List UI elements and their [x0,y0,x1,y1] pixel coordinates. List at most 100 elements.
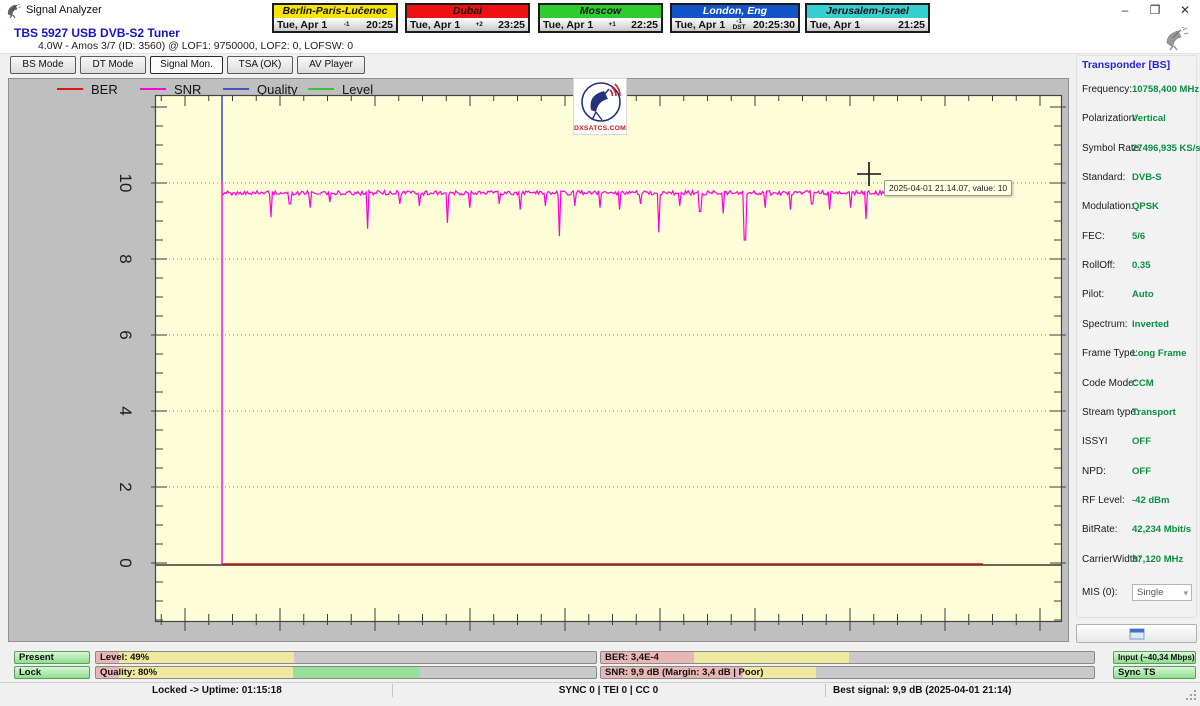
field-label-standard: Standard: [1082,172,1125,183]
field-label-rolloff: RollOff: [1082,260,1115,271]
field-value-spectrum: Inverted [1132,319,1169,330]
clock-widget: Berlin-Paris-LučenecTue, Apr 1-120:25 [272,3,398,33]
indicator-quality-segment [293,667,420,678]
field-label-npd: NPD: [1082,466,1106,477]
signal-chart[interactable] [155,95,1062,622]
status-lock-uptime: Locked -> Uptime: 01:15:18 [152,685,282,696]
indicator-sync-ts: Sync TS [1113,666,1196,679]
transponder-title: Transponder [BS] [1082,59,1170,71]
field-value-codemode: CCM [1132,378,1154,389]
y-tick-label: 6 [114,322,136,348]
chevron-down-icon: ▾ [1183,586,1188,601]
chart-tooltip: 2025-04-01 21.14.07, value: 10 [884,180,1012,196]
clock-utc-offset: -1 [327,22,366,28]
field-label-rflevel: RF Level: [1082,495,1125,506]
indicator-lock-label: Lock [19,667,41,679]
y-tick-label: 10 [114,170,136,196]
minimize-button[interactable]: – [1113,2,1137,18]
tab-bs-mode[interactable]: BS Mode [10,56,76,74]
indicator-input-label: Input (~40,34 Mbps) [1118,652,1195,664]
clock-utc-offset: -1DST [725,19,753,31]
field-value-bitrate: 42,234 Mbit/s [1132,524,1191,535]
indicator-snr: SNR: 9,9 dB (Margin: 3,4 dB | Poor) [600,666,1095,679]
mis-dropdown[interactable]: Single ▾ [1132,584,1192,601]
tab-av-player[interactable]: AV Player [297,56,365,74]
satellite-dish-icon [1161,27,1193,56]
indicator-present: Present [14,651,90,664]
field-label-codemode: Code Mode: [1082,378,1136,389]
field-value-rolloff: 0.35 [1132,260,1151,271]
clock-date: Tue, Apr 1 [810,19,860,31]
clock-time-row: Tue, Apr 1-1DST20:25:30 [672,18,798,31]
field-value-carrierwidth: 37,120 MHz [1132,554,1183,565]
field-value-streamtype: Transport [1132,407,1176,418]
resize-grip[interactable] [1186,688,1197,706]
field-value-npd: OFF [1132,466,1151,477]
field-value-polarization: Vertical [1132,113,1166,124]
clock-city: Jerusalem-Israel [807,5,928,18]
indicator-ber: BER: 3,4E-4 [600,651,1095,664]
tab-tsa-ok-[interactable]: TSA (OK) [227,56,293,74]
clock-city: Dubai [407,5,528,18]
field-label-fec: FEC: [1082,231,1105,242]
transponder-groupbox: Transponder [BS] Frequency:10758,400 MHz… [1076,55,1197,618]
field-value-frequency: 10758,400 MHz [1132,84,1199,95]
close-button[interactable]: ✕ [1173,2,1197,18]
y-tick-label: 0 [114,550,136,576]
clock-widget: MoscowTue, Apr 1+122:25 [538,3,663,33]
status-best-signal: Best signal: 9,9 dB (2025-04-01 21:14) [833,685,1011,696]
y-tick-label: 2 [114,474,136,500]
status-sync-counters: SYNC 0 | TEI 0 | CC 0 [392,685,825,696]
field-value-symbolrate: 27496,935 KS/s [1132,143,1200,154]
y-tick-label: 8 [114,246,136,272]
signal-analyzer-window: Signal Analyzer – ❐ ✕ TBS 5927 USB DVB-S… [0,0,1200,700]
clock-city: Moscow [540,5,661,18]
clock-time-row: Tue, Apr 121:25 [807,18,928,31]
indicator-ber-label: BER: 3,4E-4 [605,652,659,664]
status-divider [825,684,826,697]
field-label-issyi: ISSYI [1082,436,1108,447]
clock-time: 23:25 [498,19,525,31]
window-title: Signal Analyzer [26,4,102,16]
tuner-title: TBS 5927 USB DVB-S2 Tuner [14,26,180,40]
field-label-frametype: Frame Type: [1082,348,1138,359]
indicator-snr-label: SNR: 9,9 dB (Margin: 3,4 dB | Poor) [605,667,763,679]
dxsatcs-logo: DXSATCS.COM [573,78,627,135]
indicator-level-label: Level: 49% [100,652,149,664]
clock-time: 20:25:30 [753,19,795,31]
clock-city: London, Eng [672,5,798,18]
window-icon [1129,628,1145,640]
indicator-lock: Lock [14,666,90,679]
clock-date: Tue, Apr 1 [410,19,460,31]
field-value-modulation: QPSK [1132,201,1159,212]
clock-time: 20:25 [366,19,393,31]
maximize-button[interactable]: ❐ [1143,2,1167,18]
field-value-frametype: Long Frame [1132,348,1186,359]
clock-widget: DubaiTue, Apr 1+223:25 [405,3,530,33]
tab-dt-mode[interactable]: DT Mode [80,56,146,74]
tab-signal-mon-[interactable]: Signal Mon. [150,56,223,74]
field-label-spectrum: Spectrum: [1082,319,1128,330]
open-window-button[interactable] [1076,624,1197,643]
legend-line-snr [140,88,166,90]
clock-time-row: Tue, Apr 1+223:25 [407,18,528,31]
legend-label-ber: BER [91,82,118,97]
clock-widget: London, EngTue, Apr 1-1DST20:25:30 [670,3,800,33]
clock-utc-offset: +1 [593,22,631,28]
clock-date: Tue, Apr 1 [675,19,725,31]
dxsatcs-logo-text: DXSATCS.COM [574,125,626,132]
y-tick-label: 4 [114,398,136,424]
indicator-quality: Quality: 80% [95,666,597,679]
mis-label: MIS (0): [1082,587,1118,598]
clock-utc-offset: +2 [460,22,498,28]
mis-value: Single [1137,587,1163,598]
field-value-standard: DVB-S [1132,172,1162,183]
clock-date: Tue, Apr 1 [543,19,593,31]
legend-line-level [308,88,334,90]
field-value-rflevel: -42 dBm [1132,495,1169,506]
indicator-quality-label: Quality: 80% [100,667,157,679]
field-label-bitrate: BitRate: [1082,524,1118,535]
field-label-polarization: Polarization: [1082,113,1137,124]
field-label-frequency: Frequency: [1082,84,1132,95]
dxsatcs-logo-graphic [575,80,627,124]
